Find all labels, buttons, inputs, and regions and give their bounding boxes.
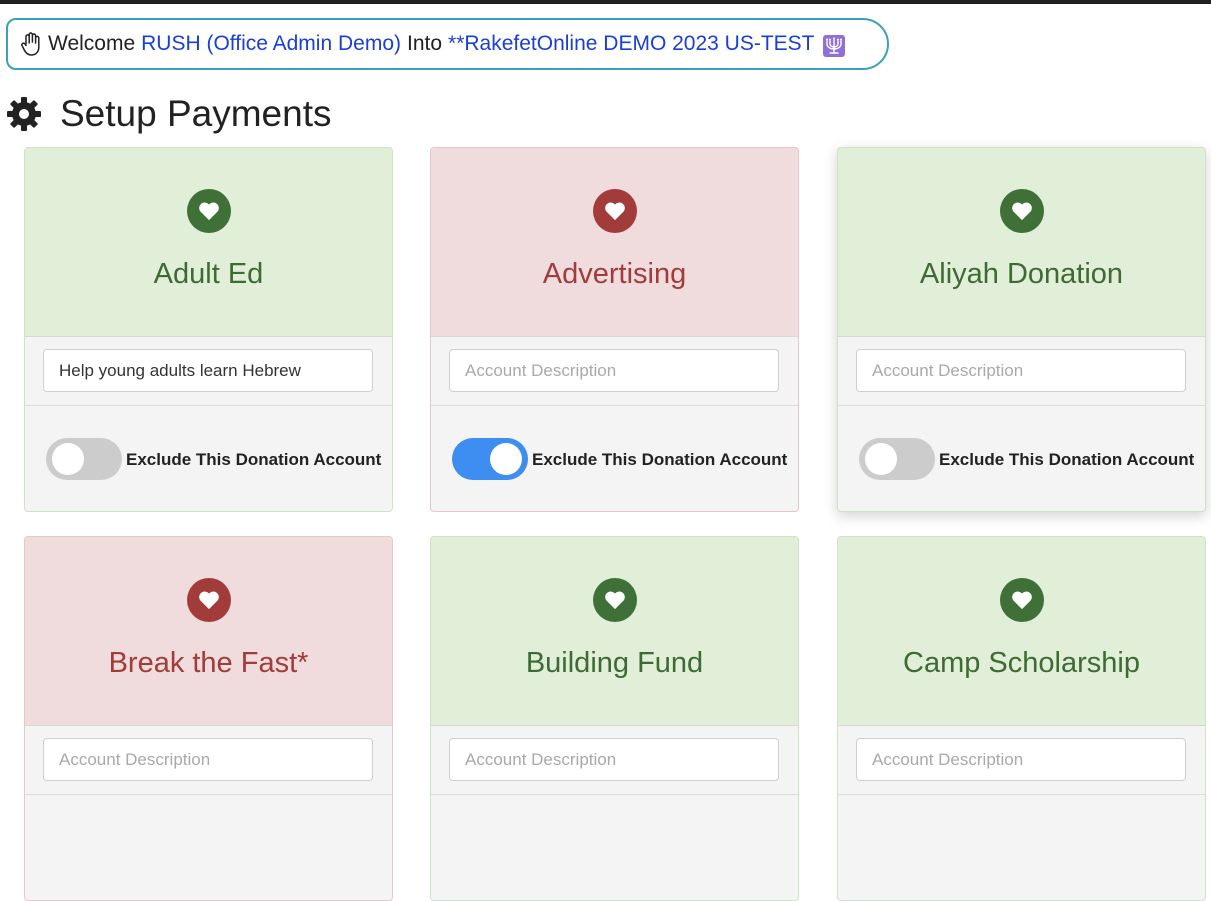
page-title: Setup Payments [60,93,332,134]
organization-link[interactable]: **RakefetOnline DEMO 2023 US-TEST [448,32,814,56]
account-card-header: Building Fund [431,537,798,726]
account-card: Building Fund [430,536,799,901]
exclude-label: Exclude This Donation Account [532,450,788,469]
heart-icon [592,189,637,233]
account-card-header: Camp Scholarship [838,537,1205,726]
heart-icon [999,189,1044,233]
account-description-row [838,337,1205,406]
account-name: Building Fund [525,647,704,679]
account-card-header: Advertising [431,148,798,337]
account-name: Advertising [542,258,687,290]
exclude-row [431,795,798,900]
account-card: Adult Ed Exclude This Donation Account [24,147,393,512]
account-name: Adult Ed [153,258,264,290]
exclude-row [25,795,392,900]
account-description-row [431,726,798,795]
exclude-row: Exclude This Donation Account [431,406,798,511]
account-card-header: Adult Ed [25,148,392,337]
account-name: Break the Fast* [108,647,309,679]
exclude-toggle[interactable] [46,438,122,480]
account-description-input[interactable] [43,349,373,392]
account-card-header: Break the Fast* [25,537,392,726]
into-label: Into [407,32,443,55]
user-link[interactable]: RUSH (Office Admin Demo) [141,32,401,56]
account-card: Camp Scholarship [837,536,1206,901]
hand-wave-icon [20,32,42,56]
account-description-input[interactable] [856,738,1186,781]
exclude-label: Exclude This Donation Account [939,450,1195,469]
account-description-row [25,337,392,406]
account-description-row [838,726,1205,795]
account-card: Aliyah Donation Exclude This Donation Ac… [837,147,1206,512]
account-description-input[interactable] [449,738,779,781]
exclude-row: Exclude This Donation Account [838,406,1205,511]
exclude-label: Exclude This Donation Account [126,450,382,469]
welcome-banner: Welcome RUSH (Office Admin Demo) Into **… [6,18,889,70]
welcome-label: Welcome [48,32,136,55]
toggle-knob [490,443,522,475]
exclude-toggle[interactable] [859,438,935,480]
heart-icon [592,578,637,622]
account-card: Advertising Exclude This Donation Accoun… [430,147,799,512]
heart-icon [999,578,1044,622]
gear-icon [7,97,41,131]
heart-icon [186,578,231,622]
account-name: Camp Scholarship [903,647,1140,679]
exclude-toggle[interactable] [452,438,528,480]
account-description-row [431,337,798,406]
account-description-row [25,726,392,795]
account-name: Aliyah Donation [919,258,1124,290]
account-description-input[interactable] [43,738,373,781]
menorah-icon [822,35,845,57]
account-description-input[interactable] [449,349,779,392]
top-border [0,0,1211,4]
heart-icon [186,189,231,233]
account-description-input[interactable] [856,349,1186,392]
page-header: Setup Payments [6,90,331,138]
exclude-row: Exclude This Donation Account [25,406,392,511]
toggle-knob [865,443,897,475]
exclude-row [838,795,1205,900]
toggle-knob [52,443,84,475]
account-card-header: Aliyah Donation [838,148,1205,337]
account-card: Break the Fast* [24,536,393,901]
